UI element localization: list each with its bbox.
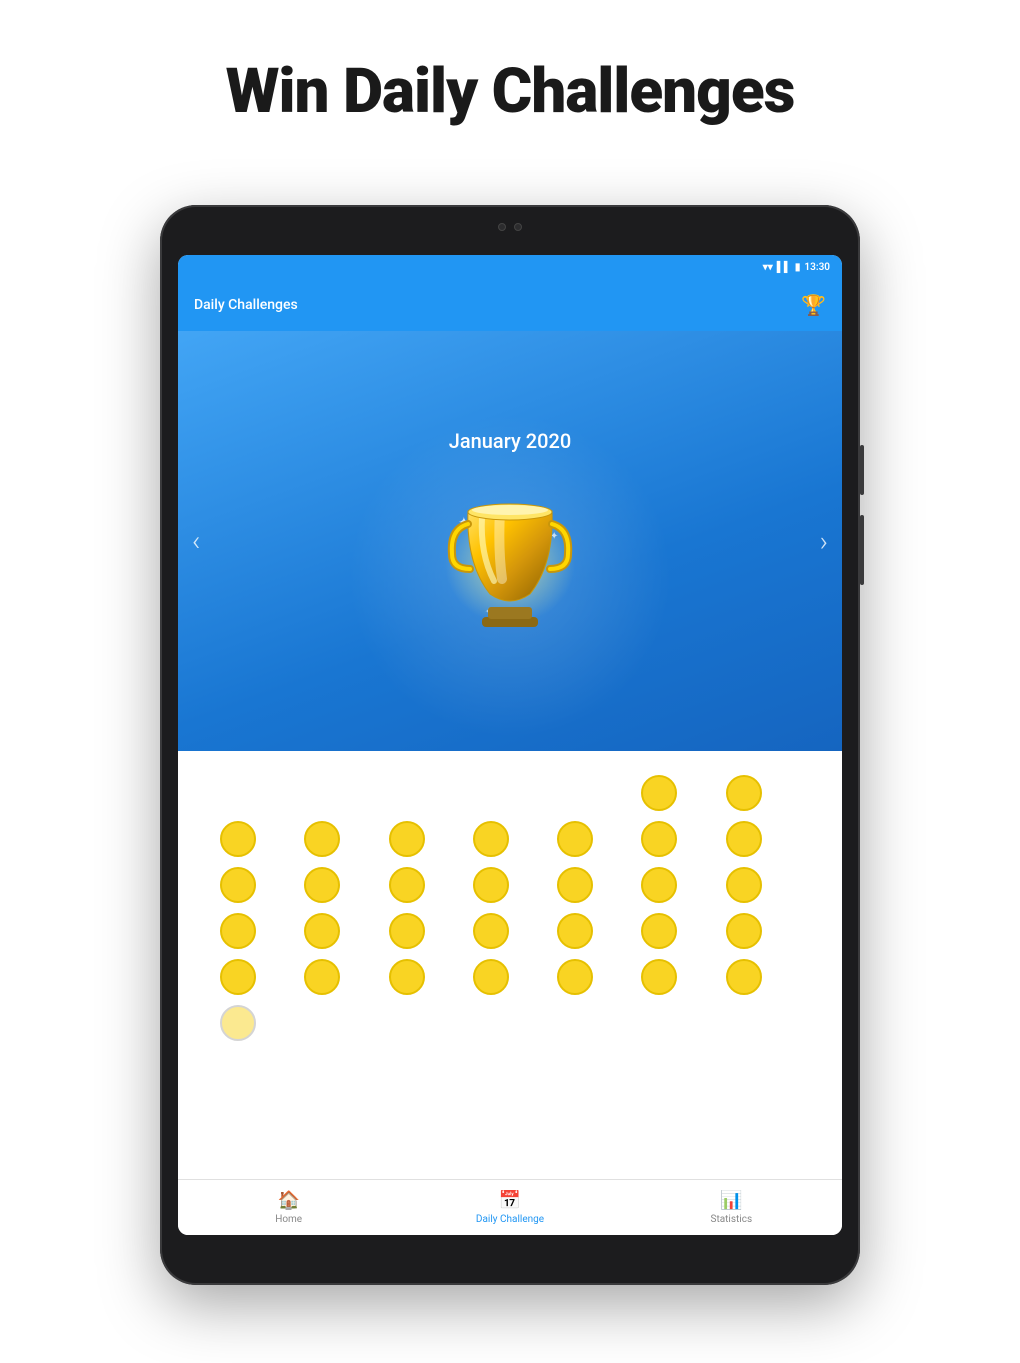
day-dot[interactable]: [726, 775, 762, 811]
day-dot[interactable]: [220, 821, 256, 857]
day-dot[interactable]: [220, 867, 256, 903]
day-dot[interactable]: [389, 959, 425, 995]
day-dot[interactable]: [304, 775, 340, 811]
day-dot[interactable]: [389, 1005, 425, 1041]
nav-label-0: Home: [275, 1214, 302, 1225]
tablet-screen: ▾▾ ▌▌ ▮ 13:30 Daily Challenges 🏆 ‹ Janua…: [178, 255, 842, 1235]
hero-area: ‹ January 2020 ✦ ✦ ✦: [178, 331, 842, 751]
hero-month: January 2020: [449, 429, 571, 453]
day-dot[interactable]: [641, 867, 677, 903]
day-dot[interactable]: [726, 959, 762, 995]
nav-item-statistics[interactable]: 📊 Statistics: [621, 1190, 842, 1225]
day-dot[interactable]: [726, 867, 762, 903]
day-dot[interactable]: [641, 959, 677, 995]
nav-icon-1: 📅: [499, 1190, 521, 1211]
nav-label-1: Daily Challenge: [476, 1214, 544, 1225]
day-dot[interactable]: [641, 913, 677, 949]
camera-dot-1: [498, 223, 506, 231]
status-bar: ▾▾ ▌▌ ▮ 13:30: [178, 255, 842, 279]
nav-item-home[interactable]: 🏠 Home: [178, 1190, 399, 1225]
day-dot[interactable]: [304, 959, 340, 995]
trophy-icon-appbar[interactable]: 🏆: [801, 293, 826, 317]
status-icons: ▾▾ ▌▌ ▮ 13:30: [763, 262, 830, 273]
app-bar: Daily Challenges 🏆: [178, 279, 842, 331]
day-dot[interactable]: [557, 1005, 593, 1041]
signal-icon: ▌▌: [777, 262, 791, 273]
day-dot[interactable]: [557, 821, 593, 857]
page-title: Win Daily Challenges: [0, 0, 1020, 158]
day-dot[interactable]: [557, 959, 593, 995]
day-dot[interactable]: [220, 959, 256, 995]
trophy-container: ✦ ✦ ✦: [430, 469, 590, 653]
day-dot[interactable]: [220, 913, 256, 949]
nav-icon-2: 📊: [720, 1190, 742, 1211]
day-dot[interactable]: [557, 867, 593, 903]
day-dot[interactable]: [726, 821, 762, 857]
day-dot[interactable]: [389, 821, 425, 857]
day-dot[interactable]: [473, 913, 509, 949]
day-dot[interactable]: [304, 867, 340, 903]
day-dot[interactable]: [220, 1005, 256, 1041]
day-dot[interactable]: [726, 1005, 762, 1041]
tablet-side-btn-mid: [860, 515, 864, 585]
day-dot[interactable]: [473, 959, 509, 995]
status-time: 13:30: [804, 262, 830, 273]
prev-month-button[interactable]: ‹: [192, 525, 200, 558]
bottom-nav: 🏠 Home 📅 Daily Challenge 📊 Statistics: [178, 1179, 842, 1235]
app-bar-title: Daily Challenges: [194, 297, 298, 313]
day-dot[interactable]: [220, 775, 256, 811]
tablet-device: ▾▾ ▌▌ ▮ 13:30 Daily Challenges 🏆 ‹ Janua…: [160, 205, 860, 1285]
day-dot[interactable]: [726, 913, 762, 949]
day-dot[interactable]: [473, 775, 509, 811]
day-dot[interactable]: [304, 821, 340, 857]
day-dot[interactable]: [473, 867, 509, 903]
day-dot[interactable]: [557, 913, 593, 949]
day-dot[interactable]: [304, 913, 340, 949]
day-dot[interactable]: [641, 821, 677, 857]
wifi-icon: ▾▾: [763, 262, 773, 273]
calendar-area: [178, 751, 842, 1179]
day-dot[interactable]: [473, 1005, 509, 1041]
day-dot[interactable]: [304, 1005, 340, 1041]
day-dot[interactable]: [473, 821, 509, 857]
camera-dot-2: [514, 223, 522, 231]
battery-icon: ▮: [795, 262, 801, 273]
nav-item-daily-challenge[interactable]: 📅 Daily Challenge: [399, 1190, 620, 1225]
day-dot[interactable]: [389, 913, 425, 949]
nav-label-2: Statistics: [711, 1214, 753, 1225]
day-dot[interactable]: [389, 867, 425, 903]
tablet-side-btn-top: [860, 445, 864, 495]
day-dot[interactable]: [389, 775, 425, 811]
day-dot[interactable]: [641, 775, 677, 811]
nav-icon-0: 🏠: [277, 1190, 299, 1211]
day-dot[interactable]: [557, 775, 593, 811]
dots-grid: [220, 775, 800, 1041]
next-month-button[interactable]: ›: [820, 525, 828, 558]
trophy-svg: ✦ ✦ ✦: [430, 469, 590, 649]
day-dot[interactable]: [641, 1005, 677, 1041]
tablet-camera: [498, 223, 522, 231]
